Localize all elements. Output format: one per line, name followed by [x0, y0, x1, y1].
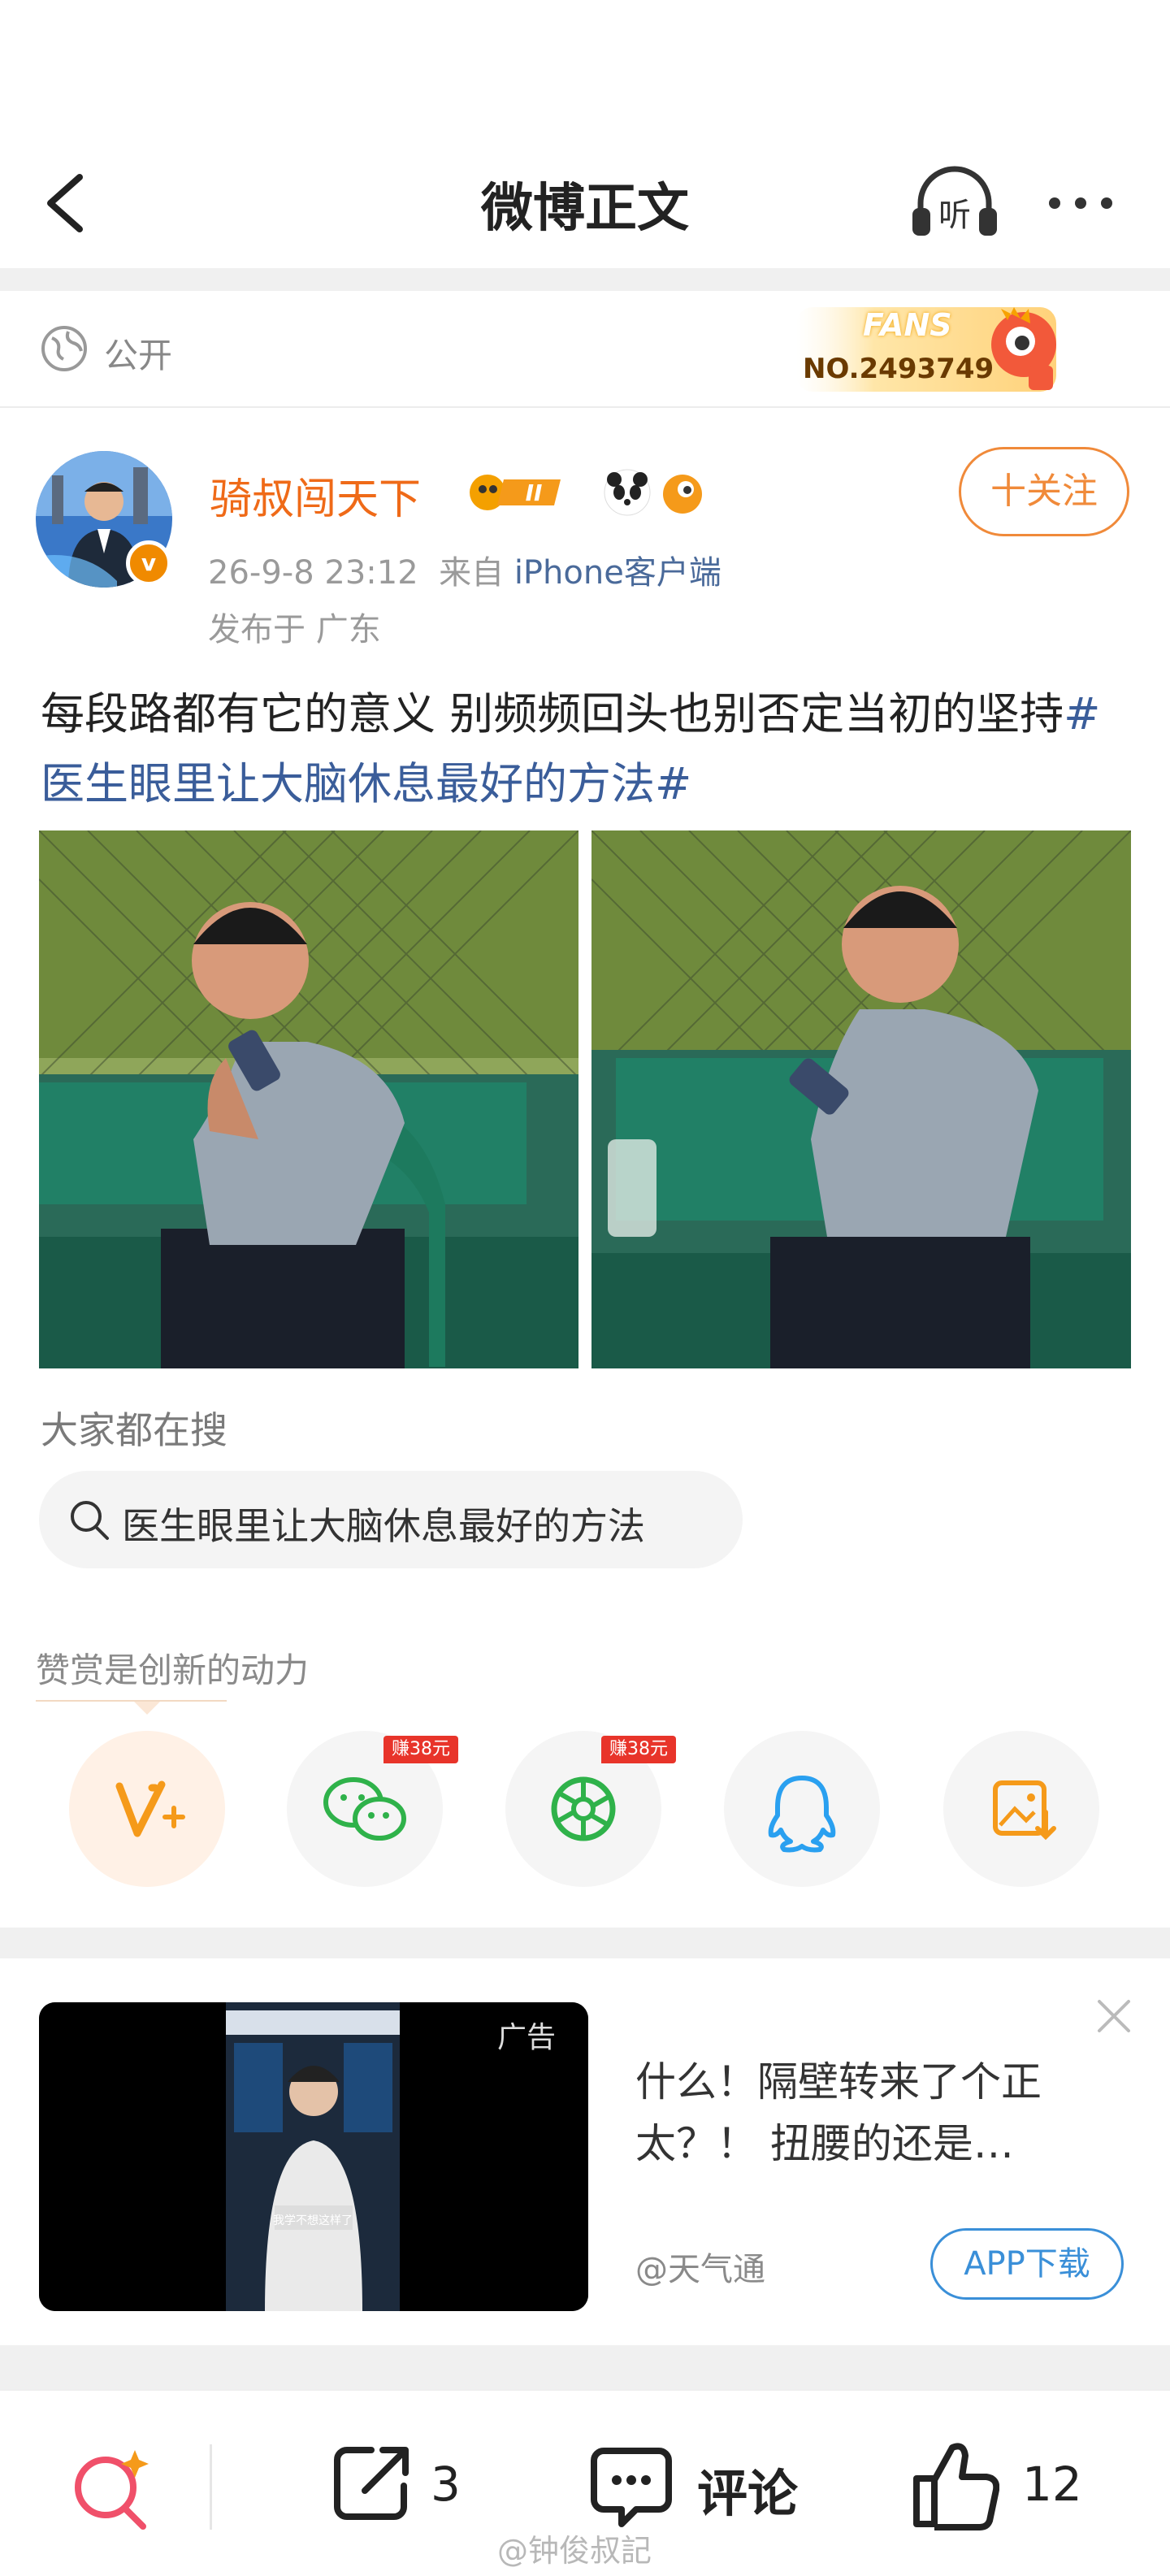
author-badges: II: [463, 465, 715, 522]
share-qq-button[interactable]: [724, 1731, 880, 1887]
section-divider: [0, 2345, 1170, 2389]
post-text: 每段路都有它的意义 别频频回头也别否定当初的坚持#医生眼里让大脑休息最好的方法#: [41, 679, 1138, 819]
post-source[interactable]: iPhone客户端: [514, 554, 722, 592]
comment-label[interactable]: 评论: [697, 2452, 798, 2526]
post-body: 每段路都有它的意义 别频频回头也别否定当初的坚持: [41, 688, 1064, 739]
reward-title: 赞赏是创新的动力: [36, 1650, 310, 1690]
section-divider: [0, 1928, 1170, 1958]
trending-search-query[interactable]: 医生眼里让大脑休息最好的方法: [122, 1497, 645, 1550]
save-image-button[interactable]: [943, 1731, 1099, 1887]
status-bar: [0, 0, 1170, 122]
reward-underline: [36, 1700, 227, 1702]
visibility-label: 公开: [104, 336, 173, 375]
globe-icon: [41, 325, 88, 372]
app-download-button[interactable]: APP下载: [930, 2228, 1124, 2300]
divider-line: [0, 406, 1170, 408]
search-sparkle-icon[interactable]: [65, 2442, 156, 2533]
thumbs-up-icon[interactable]: [910, 2436, 999, 2530]
comment-icon[interactable]: [589, 2444, 674, 2529]
wechat-earn-tag: 赚38元: [384, 1736, 458, 1763]
post-photo-2[interactable]: [592, 830, 1131, 1368]
ad-video-caption: 我学不想这样了: [273, 2214, 353, 2227]
follow-button[interactable]: 十关注: [959, 447, 1129, 536]
ad-title[interactable]: 什么！隔壁转来了个正太？！ 扭腰的还是…: [635, 2051, 1123, 2175]
close-icon[interactable]: [1093, 1995, 1135, 2037]
ad-label: 广告: [497, 2021, 557, 2054]
search-icon: [67, 1497, 112, 1542]
fans-badge: FANS NO.2493749: [780, 293, 1089, 406]
post-location: 发布于 广东: [208, 611, 381, 648]
ad-source[interactable]: @天气通: [635, 2243, 765, 2290]
fans-badge-number: NO.2493749: [803, 353, 994, 385]
reward-button[interactable]: [69, 1731, 225, 1887]
headphones-icon[interactable]: 听: [906, 161, 1003, 242]
post-photo-1[interactable]: [39, 830, 578, 1368]
section-divider: [0, 268, 1170, 291]
post-time: 26-9-8 23:12: [208, 554, 418, 592]
moments-earn-tag: 赚38元: [601, 1736, 676, 1763]
svg-text:听: 听: [938, 197, 971, 234]
fans-badge-title: FANS: [863, 307, 952, 343]
reward-pointer: [134, 1702, 160, 1715]
post-meta: 26-9-8 23:12 来自 iPhone客户端: [208, 546, 722, 593]
level-badge: II: [525, 479, 543, 506]
verified-badge-icon: v: [126, 540, 171, 586]
author-name[interactable]: 骑叔闯天下: [210, 465, 421, 526]
more-icon[interactable]: [1040, 183, 1121, 223]
like-count: 12: [1022, 2457, 1082, 2512]
post-from: 来自: [439, 554, 505, 592]
watermark-text: @钟俊叔記: [497, 2533, 652, 2569]
bar-separator: [210, 2444, 212, 2530]
repost-count: 3: [431, 2457, 461, 2512]
repost-icon[interactable]: [329, 2440, 414, 2525]
trending-search-title: 大家都在搜: [41, 1408, 228, 1452]
